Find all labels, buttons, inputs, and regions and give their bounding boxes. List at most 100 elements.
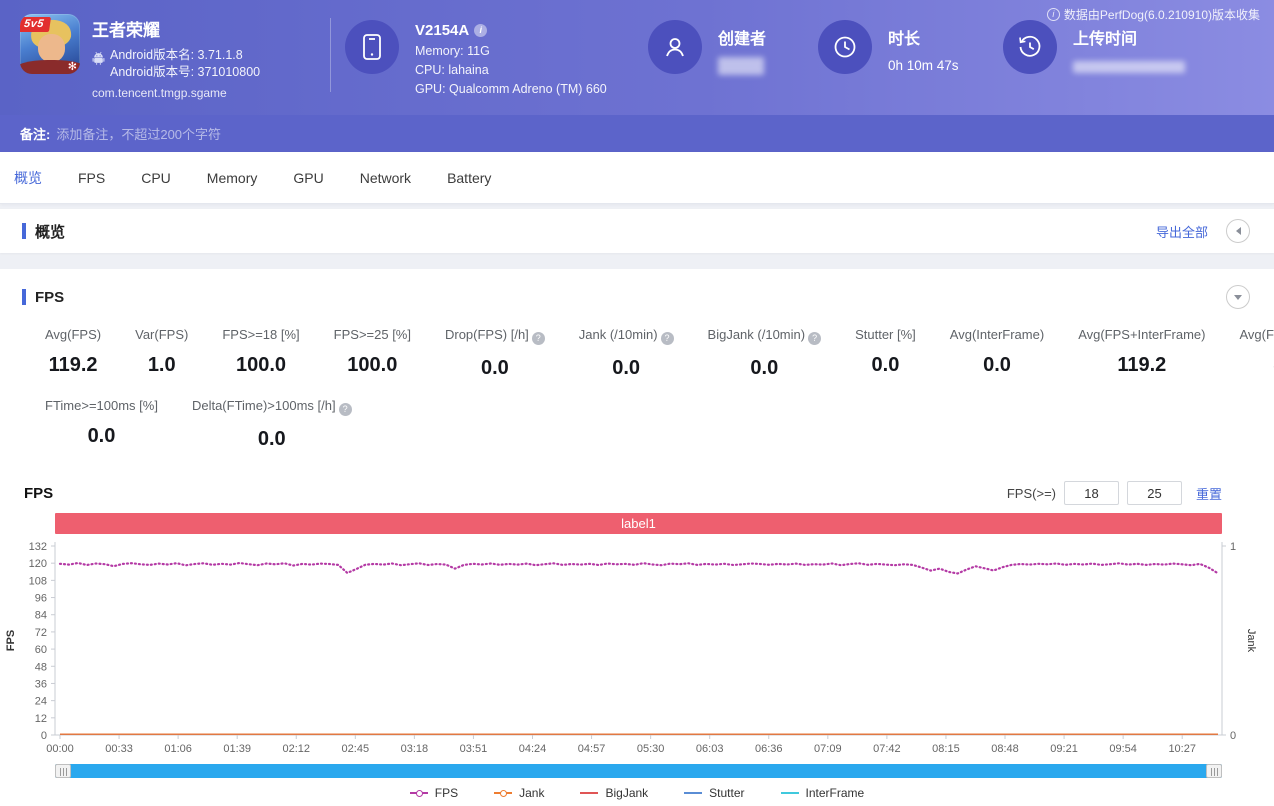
notes-bar[interactable]: 备注: 添加备注，不超过200个字符 (0, 115, 1274, 152)
duration-block: 时长 0h 10m 47s (818, 20, 959, 74)
device-memory: Memory: 11G (415, 44, 490, 58)
svg-text:1: 1 (1230, 541, 1236, 553)
svg-text:02:12: 02:12 (282, 743, 310, 755)
tab-概览[interactable]: 概览 (14, 168, 42, 188)
svg-text:48: 48 (35, 661, 47, 673)
svg-text:07:09: 07:09 (814, 743, 842, 755)
metric-item: Var(FPS) 1.0 (118, 327, 205, 380)
svg-text:01:06: 01:06 (164, 743, 192, 755)
collapse-fps-button[interactable] (1226, 285, 1250, 309)
fps-panel: FPS Avg(FPS) 119.2 Var(FPS) 1.0 FPS>=18 [%] 1… (0, 269, 1274, 806)
metric-value: 0.0 (750, 357, 779, 379)
device-info-block: V2154A Memory: 11G CPU: lahaina GPU: Qua… (345, 20, 607, 96)
fps-threshold-input-2[interactable] (1126, 481, 1182, 505)
svg-text:04:24: 04:24 (519, 743, 547, 755)
svg-text:07:42: 07:42 (873, 743, 901, 755)
help-icon[interactable] (338, 403, 352, 416)
tab-Battery[interactable]: Battery (447, 170, 491, 186)
fps-metrics-row-1: Avg(FPS) 119.2 Var(FPS) 1.0 FPS>=18 [%] 100.0… (28, 327, 1274, 380)
main-tabs: 概览 FPS CPU Memory GPU Network Battery (0, 152, 1274, 204)
collapse-panel-button[interactable] (1226, 219, 1250, 243)
svg-text:10:27: 10:27 (1168, 743, 1196, 755)
legend-swatch (494, 789, 513, 797)
svg-text:00:33: 00:33 (105, 743, 133, 755)
phone-icon (345, 20, 399, 74)
svg-text:0: 0 (1230, 730, 1236, 742)
overview-title: 概览 (35, 223, 66, 241)
metric-label: Jank (/10min) (579, 327, 674, 345)
scrollbar-right-handle[interactable] (1206, 764, 1222, 778)
metric-label: Avg(FPS+InterFrame) (1078, 327, 1206, 342)
fps-threshold-input-1[interactable] (1063, 481, 1119, 505)
metric-value: 0.0 (612, 357, 641, 379)
svg-text:06:03: 06:03 (696, 743, 724, 755)
chart-annotation-banner: label1 (55, 513, 1222, 534)
help-icon[interactable] (531, 332, 545, 345)
tab-Network[interactable]: Network (360, 170, 411, 186)
export-all-link[interactable]: 导出全部 (1156, 222, 1208, 241)
metric-item: Stutter [%] 0.0 (838, 327, 933, 380)
fps-chart-header: FPS FPS(>=) 重置 (24, 481, 1222, 505)
fps-section-header: FPS (0, 269, 1274, 325)
chart-scrollbar[interactable] (55, 764, 1222, 778)
fps-metrics-row-2: FTime>=100ms [%] 0.0 Delta(FTime)>100ms [/… (28, 398, 1274, 451)
legend-item-Stutter[interactable]: Stutter (684, 786, 745, 800)
svg-text:04:57: 04:57 (578, 743, 606, 755)
reset-link[interactable]: 重置 (1196, 484, 1222, 503)
fps-chart-svg[interactable]: 01224364860728496108120132 1000:00 00:33 01… (0, 534, 1274, 762)
svg-text:09:21: 09:21 (1050, 743, 1078, 755)
metric-label: Delta(FTime)>100ms [/h] (192, 398, 352, 416)
scrollbar-left-handle[interactable] (55, 764, 71, 778)
legend-marker-dot (500, 789, 508, 797)
chart-legend: FPS Jank BigJank Stutter InterFrame (0, 786, 1274, 800)
metric-item: Avg(FTime) [ms] 8.4 (1222, 327, 1274, 380)
header-divider (330, 18, 331, 92)
metric-label: Stutter [%] (855, 327, 916, 342)
legend-swatch (580, 792, 599, 794)
upload-time-label: 上传时间 (1073, 31, 1138, 48)
metric-item: Delta(FTime)>100ms [/h] 0.0 (175, 398, 369, 451)
metric-value: 0.0 (480, 357, 509, 379)
legend-item-FPS[interactable]: FPS (409, 786, 458, 800)
device-info-icon[interactable] (474, 24, 488, 37)
metric-value: 0.0 (983, 354, 1011, 376)
metric-item: Avg(InterFrame) 0.0 (933, 327, 1061, 380)
metric-label: FTime>=100ms [%] (45, 398, 158, 413)
metric-value: 0.0 (257, 428, 286, 450)
history-clock-icon (1003, 20, 1057, 74)
svg-text:36: 36 (35, 678, 47, 690)
metric-label: Avg(InterFrame) (949, 327, 1045, 342)
metric-item: BigJank (/10min) 0.0 (691, 327, 839, 380)
help-icon[interactable] (808, 332, 822, 345)
metric-value: 8.4 (1239, 354, 1274, 377)
app-header: 数据由PerfDog(6.0.210910)版本收集 5v5 王者荣耀 (0, 0, 1274, 115)
help-icon[interactable] (660, 332, 674, 345)
legend-item-BigJank[interactable]: BigJank (580, 786, 648, 800)
tab-CPU[interactable]: CPU (141, 170, 171, 186)
legend-label: InterFrame (805, 786, 865, 800)
legend-item-Jank[interactable]: Jank (494, 786, 544, 800)
svg-text:60: 60 (35, 644, 47, 656)
metric-label: FPS>=18 [%] (222, 327, 300, 342)
metric-item: FPS>=25 [%] 100.0 (317, 327, 428, 380)
metric-value: 1.0 (147, 354, 176, 376)
duration-label: 时长 (888, 31, 921, 48)
legend-swatch (684, 792, 703, 794)
svg-text:03:51: 03:51 (460, 743, 488, 755)
tab-Memory[interactable]: Memory (207, 170, 258, 186)
svg-text:132: 132 (29, 541, 47, 553)
metric-label: Drop(FPS) [/h] (445, 327, 545, 345)
legend-swatch (780, 792, 799, 794)
package-name: com.tencent.tmgp.sgame (92, 86, 227, 100)
tab-GPU[interactable]: GPU (293, 170, 323, 186)
annotation-label: label1 (621, 516, 656, 531)
fps-threshold-label: FPS(>=) (1006, 485, 1056, 501)
svg-text:FPS: FPS (5, 630, 17, 651)
tab-FPS[interactable]: FPS (78, 170, 105, 186)
creator-block: 创建者 (648, 20, 766, 75)
metric-label: Avg(FTime) [ms] (1239, 327, 1274, 342)
metric-label: FPS>=25 [%] (333, 327, 411, 342)
android-icon (92, 51, 105, 65)
legend-item-InterFrame[interactable]: InterFrame (780, 786, 865, 800)
legend-label: BigJank (605, 786, 649, 800)
